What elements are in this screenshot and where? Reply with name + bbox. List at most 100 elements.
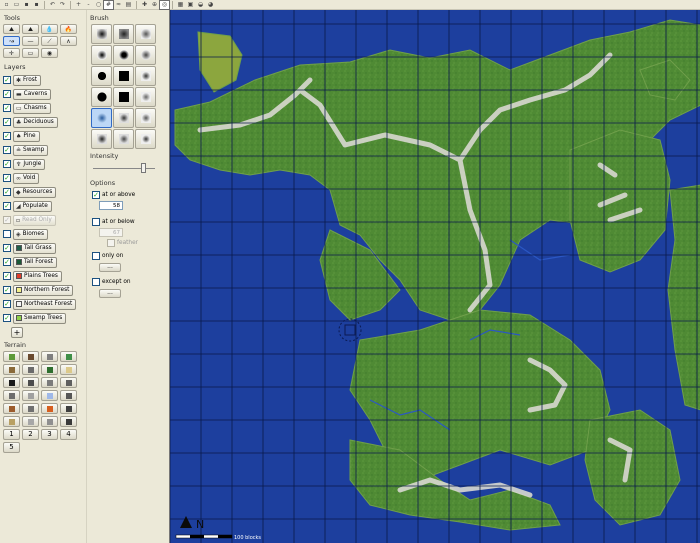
brush-medium-round-button[interactable] (113, 45, 134, 65)
overlay-icon[interactable]: ▤ (124, 1, 133, 9)
add-layer-button[interactable]: + (11, 327, 23, 338)
brush-solid-square-button[interactable] (113, 66, 134, 86)
layer-visibility-checkbox[interactable]: ✓ (3, 300, 11, 308)
terrain-type-button[interactable] (3, 390, 20, 401)
layer-visibility-checkbox[interactable]: ✓ (3, 76, 11, 84)
world-map-canvas[interactable]: N 100 blocks (169, 10, 700, 543)
layer-visibility-checkbox[interactable]: ✓ (3, 202, 11, 210)
only-on-select-button[interactable]: ... (99, 263, 121, 272)
terrain-type-button[interactable] (60, 390, 77, 401)
text-tool-button[interactable]: ▭ (22, 48, 39, 58)
layer-visibility-checkbox[interactable]: ✓ (3, 314, 11, 322)
zoom-in-icon[interactable]: + (74, 1, 83, 9)
layer-button[interactable]: ▫ Read Only (13, 214, 56, 226)
layer-visibility-checkbox[interactable]: ✓ (3, 188, 11, 196)
smooth-tool-button[interactable]: ↝ (3, 36, 20, 46)
flatten-tool-button[interactable]: — (22, 36, 39, 46)
intensity-slider[interactable] (93, 163, 155, 173)
grid-icon[interactable]: # (103, 0, 114, 10)
brush-solid-block-button[interactable] (113, 87, 134, 107)
at-or-below-option[interactable]: at or below (92, 218, 166, 226)
layer-visibility-checkbox[interactable]: ✓ (3, 244, 11, 252)
layer-visibility-checkbox[interactable]: ✓ (3, 132, 11, 140)
custom-terrain-button[interactable]: 3 (41, 429, 58, 440)
save-as-icon[interactable]: ▪ (32, 1, 41, 9)
terrain-type-button[interactable] (3, 403, 20, 414)
3d-view-icon[interactable]: ▣ (186, 1, 195, 9)
layer-button[interactable]: Tall Grass (13, 242, 56, 254)
brush-soft-square-button[interactable] (91, 24, 112, 44)
export-icon[interactable]: ◒ (196, 1, 205, 9)
except-on-checkbox[interactable] (92, 278, 100, 286)
layer-button[interactable]: ♠ Pine (13, 130, 40, 142)
layer-button[interactable]: ♣ Deciduous (13, 116, 58, 128)
layer-visibility-checkbox[interactable]: ✓ (3, 160, 11, 168)
brush-solid-circle-button[interactable] (91, 66, 112, 86)
layer-button[interactable]: ▭ Chasms (13, 102, 51, 114)
sponge-tool-button[interactable]: ∧ (60, 36, 77, 46)
terrain-type-button[interactable] (41, 416, 58, 427)
brush-blob-b-button[interactable] (113, 129, 134, 149)
layer-button[interactable]: Tall Forest (13, 256, 57, 268)
brush-blob-c-button[interactable] (135, 129, 156, 149)
at-or-above-option[interactable]: ✓ at or above (92, 191, 166, 199)
layer-button[interactable]: Northeast Forest (13, 298, 77, 310)
layer-visibility-checkbox[interactable]: ✓ (3, 118, 11, 126)
terrain-type-button[interactable] (60, 377, 77, 388)
brush-cloud-b-button[interactable] (113, 108, 134, 128)
image-view-icon[interactable]: ▦ (176, 1, 185, 9)
move-to-spawn-icon[interactable]: ⊕ (150, 1, 159, 9)
terrain-type-button[interactable] (41, 390, 58, 401)
custom-terrain-button[interactable]: 5 (3, 442, 20, 453)
layer-visibility-checkbox[interactable]: ✓ (3, 104, 11, 112)
terrain-type-button[interactable] (41, 364, 58, 375)
at-or-above-checkbox[interactable]: ✓ (92, 191, 100, 199)
custom-terrain-button[interactable]: 4 (60, 429, 77, 440)
terrain-type-button[interactable] (41, 403, 58, 414)
terrain-type-button[interactable] (3, 364, 20, 375)
terrain-type-button[interactable] (22, 390, 39, 401)
at-or-below-checkbox[interactable] (92, 218, 100, 226)
terrain-type-button[interactable] (60, 351, 77, 362)
layer-button[interactable]: ◈ Biomes (13, 228, 48, 240)
layer-visibility-checkbox[interactable] (3, 230, 11, 238)
layer-button[interactable]: Northern Forest (13, 284, 74, 296)
terrain-type-button[interactable] (3, 351, 20, 362)
brush-noise-round-button[interactable] (135, 45, 156, 65)
layer-visibility-checkbox[interactable]: ✓ (3, 286, 11, 294)
terrain-type-button[interactable] (60, 364, 77, 375)
layer-button[interactable]: ◆ Resources (13, 186, 57, 198)
save-world-icon[interactable]: ▪ (22, 1, 31, 9)
terrain-type-button[interactable] (22, 351, 39, 362)
world-map-image[interactable]: N 100 blocks (170, 10, 700, 543)
layer-visibility-checkbox[interactable]: ✓ (3, 216, 11, 224)
brush-solid-disc-button[interactable] (91, 87, 112, 107)
brush-cloud-a-button[interactable] (91, 108, 112, 128)
undo-icon[interactable]: ↶ (48, 1, 57, 9)
layer-visibility-checkbox[interactable]: ✓ (3, 174, 11, 182)
terrain-type-button[interactable] (3, 416, 20, 427)
terrain-type-button[interactable] (3, 377, 20, 388)
terrain-type-button[interactable] (60, 403, 77, 414)
raise-lower-tool-button[interactable]: ⛰ (22, 24, 39, 34)
water-tool-button[interactable]: 💧 (41, 24, 58, 34)
layer-button[interactable]: ◢ Populate (13, 200, 52, 212)
redo-icon[interactable]: ↷ (58, 1, 67, 9)
terrain-type-button[interactable] (22, 403, 39, 414)
brush-hard-square-button[interactable] (113, 24, 134, 44)
layer-visibility-checkbox[interactable]: ✓ (3, 90, 11, 98)
brush-soft-round-button[interactable] (91, 45, 112, 65)
lava-tool-button[interactable]: 🔥 (60, 24, 77, 34)
only-on-checkbox[interactable] (92, 252, 100, 260)
raise-mountain-tool-button[interactable]: ⛰ (3, 24, 20, 34)
at-or-below-level-spinner[interactable]: 67 (99, 228, 123, 237)
feather-checkbox[interactable] (107, 239, 115, 247)
layer-button[interactable]: ▬ Caverns (13, 88, 52, 100)
brush-spotted-button[interactable] (135, 66, 156, 86)
custom-terrain-button[interactable]: 1 (3, 429, 20, 440)
layer-button[interactable]: Swamp Trees (13, 312, 67, 324)
terrain-type-button[interactable] (41, 351, 58, 362)
new-world-icon[interactable]: ▫ (2, 1, 11, 9)
height-tool-button[interactable]: ⟋ (41, 36, 58, 46)
layer-button[interactable]: ∞ Void (13, 172, 40, 184)
